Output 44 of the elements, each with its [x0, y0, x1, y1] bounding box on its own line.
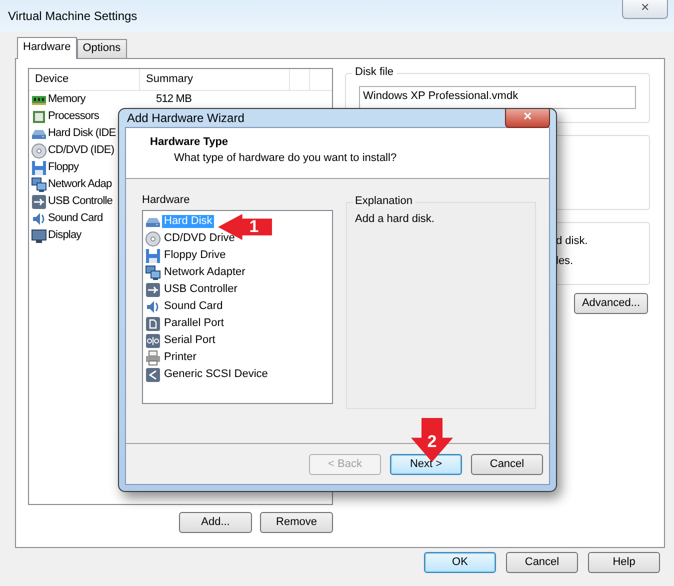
wizard-subheading: What type of hardware do you want to install?: [173, 152, 398, 166]
disc-icon: [145, 230, 161, 247]
dialog-title: Add Hardware Wizard: [127, 110, 244, 126]
explanation-text: Add a hard disk.: [355, 213, 436, 226]
tab[interactable]: Hardware: [17, 37, 77, 59]
monitors-icon: [145, 264, 161, 281]
chip-icon: [31, 108, 47, 124]
wizard-heading: Hardware Type: [150, 136, 230, 150]
chevron-icon: [145, 366, 161, 383]
speaker-icon: [145, 298, 161, 315]
list-button[interactable]: Remove: [260, 512, 333, 533]
list-label: Hardware: [142, 194, 191, 208]
hardware-item[interactable]: Sound Card: [162, 300, 225, 314]
hardware-item[interactable]: Network Adapter: [162, 266, 248, 280]
list-button[interactable]: Add...: [179, 512, 252, 533]
printer-icon: [145, 350, 161, 366]
device-summary: 512 MB: [156, 92, 192, 106]
dialog-button[interactable]: OK: [424, 552, 496, 573]
speaker-icon: [31, 210, 47, 226]
hardware-item[interactable]: Serial Port: [162, 334, 218, 348]
column-header[interactable]: Device: [29, 69, 140, 90]
disc-icon: [31, 142, 47, 158]
port-icon: [145, 332, 161, 349]
tab[interactable]: Options: [76, 39, 127, 58]
hardware-item[interactable]: Parallel Port: [162, 317, 226, 330]
window-title: Virtual Machine Settings: [8, 8, 138, 24]
hardware-item[interactable]: Floppy Drive: [162, 249, 228, 262]
advanced-button[interactable]: Advanced...: [574, 293, 648, 314]
monitor-icon: [31, 228, 47, 244]
hardware-item[interactable]: Printer: [162, 351, 198, 364]
group-label: Explanation: [353, 195, 414, 208]
monitors-icon: [31, 176, 47, 192]
dialog-button[interactable]: Help: [588, 552, 660, 573]
port-icon: [145, 316, 161, 332]
hardware-item[interactable]: USB Controller: [162, 283, 240, 296]
column-header[interactable]: Summary: [140, 69, 290, 90]
wizard-button[interactable]: Cancel: [471, 454, 543, 474]
hardware-item[interactable]: Generic SCSI Device: [162, 368, 270, 382]
usb-icon: [31, 194, 47, 210]
disk-file-field[interactable]: Windows XP Professional.vmdk: [359, 86, 636, 109]
usb-icon: [145, 282, 161, 298]
dialog-button[interactable]: Cancel: [506, 552, 578, 573]
close-button[interactable]: ✕: [622, 0, 668, 19]
device-name[interactable]: Memory: [48, 92, 156, 106]
